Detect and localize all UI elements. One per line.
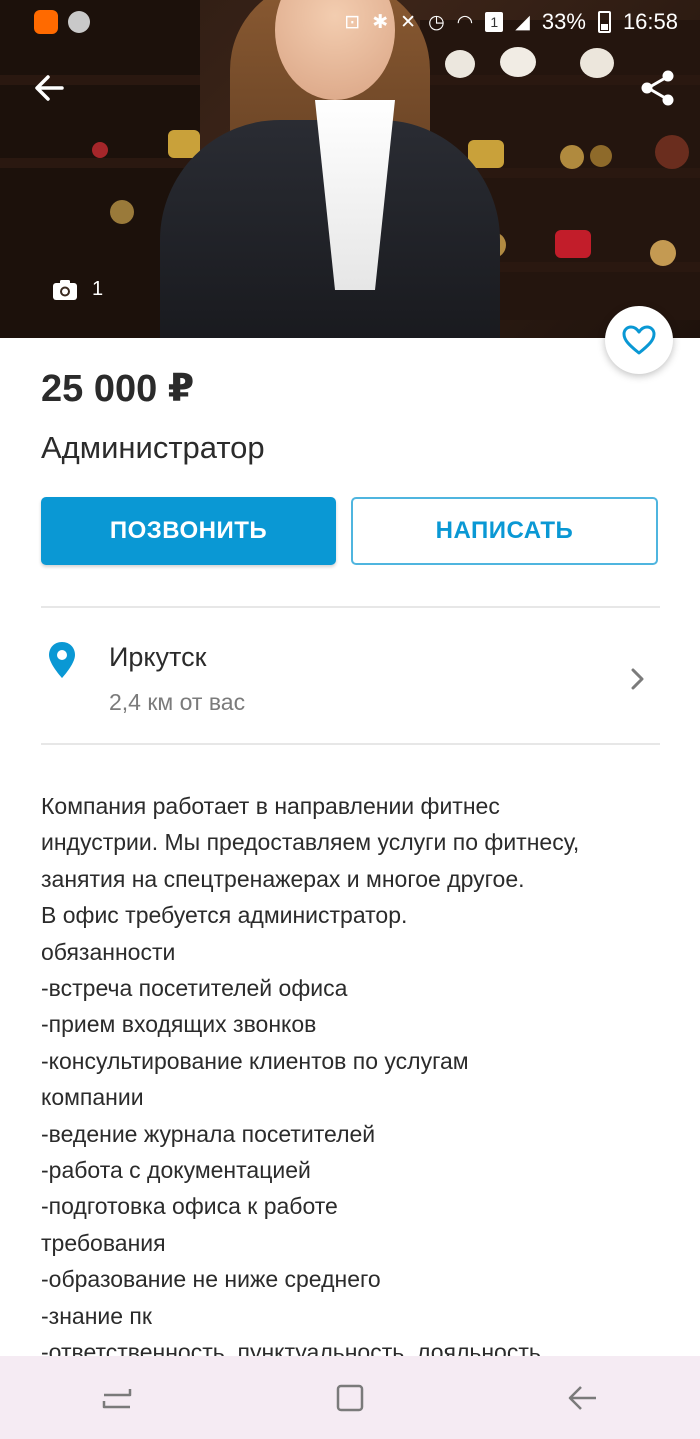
notification-icons (34, 10, 90, 34)
share-icon (641, 70, 674, 106)
home-button[interactable] (310, 1368, 390, 1428)
photo-count-value: 1 (92, 278, 104, 300)
divider (41, 606, 660, 608)
description-line: -работа с документацией (41, 1157, 311, 1184)
home-icon (336, 1384, 364, 1411)
write-message-button[interactable]: НАПИСАТЬ (351, 497, 658, 565)
mi-app-icon (34, 10, 58, 34)
description-line: -знание пк (41, 1302, 152, 1329)
location-city: Иркутск (109, 642, 207, 672)
system-icons: ⊡ ✱ ✕ ◷ ◠ 1 ◢ 33% 16:58 (344, 9, 678, 35)
favorite-button[interactable] (605, 306, 673, 374)
battery-percent: 33% (541, 9, 586, 34)
alarm-icon: ◷ (428, 11, 445, 33)
chevron-right-icon (631, 668, 644, 690)
ornament (560, 145, 584, 169)
photo-counter: 1 (52, 278, 103, 301)
ornament (590, 145, 612, 167)
status-bar: ⊡ ✱ ✕ ◷ ◠ 1 ◢ 33% 16:58 (0, 0, 700, 44)
description-line: -образование не ниже среднего (41, 1266, 381, 1293)
back-button[interactable] (30, 68, 70, 108)
recent-apps-icon (102, 1388, 131, 1408)
listing-description: Компания работает в направлении фитнес и… (41, 788, 666, 1371)
call-button[interactable]: ПОЗВОНИТЬ (41, 497, 336, 565)
description-line: -ведение журнала посетителей (41, 1120, 376, 1147)
ornament (92, 142, 108, 158)
description-line: -прием входящих звонков (41, 1011, 317, 1038)
listing-photo[interactable] (0, 0, 700, 338)
description-line: компании (41, 1084, 144, 1111)
flower-decoration (445, 50, 475, 78)
back-icon (569, 1385, 597, 1410)
ornament (110, 200, 134, 224)
wifi-icon: ◠ (456, 11, 474, 33)
arrow-left-icon (35, 75, 64, 101)
location-pin-icon (49, 642, 75, 678)
location-distance: 2,4 км от вас (109, 689, 246, 715)
bluetooth-icon: ✱ (372, 11, 389, 33)
ornament (650, 240, 676, 266)
description-line: -консультирование клиентов по услугам (41, 1047, 469, 1074)
description-line: обязанности (41, 938, 176, 965)
description-line: Компания работает в направлении фитнес (41, 793, 500, 819)
lock-icon: ⊡ (344, 11, 361, 33)
flower-decoration (500, 47, 536, 77)
flower-decoration (580, 48, 614, 78)
description-line: -встреча посетителей офиса (41, 975, 348, 1002)
divider (41, 743, 660, 745)
ornament (655, 135, 689, 169)
camera-icon (53, 279, 77, 300)
description-line: требования (41, 1229, 166, 1256)
shield-app-icon (68, 11, 90, 33)
sim-badge: 1 (485, 12, 504, 32)
description-line: В офис требуется администратор. (41, 902, 408, 929)
share-button[interactable] (638, 68, 678, 108)
listing-price: 25 000 ₽ (41, 368, 195, 410)
description-line: индустрии. Мы предоставляем услуги по фи… (41, 829, 580, 856)
recent-apps-button[interactable] (77, 1368, 157, 1428)
description-line: -подготовка офиса к работе (41, 1193, 338, 1220)
clock: 16:58 (622, 9, 678, 34)
listing-title: Администратор (41, 430, 265, 465)
mute-icon: ✕ (400, 11, 417, 33)
red-box (555, 230, 591, 258)
shelf-board (0, 158, 200, 168)
heart-outline-icon (622, 325, 656, 355)
system-back-button[interactable] (543, 1368, 623, 1428)
system-nav-bar (0, 1356, 700, 1439)
signal-icon: ◢ (515, 11, 530, 33)
description-line: занятия на спецтренажерах и многое друго… (41, 865, 525, 892)
battery-icon (597, 11, 611, 33)
